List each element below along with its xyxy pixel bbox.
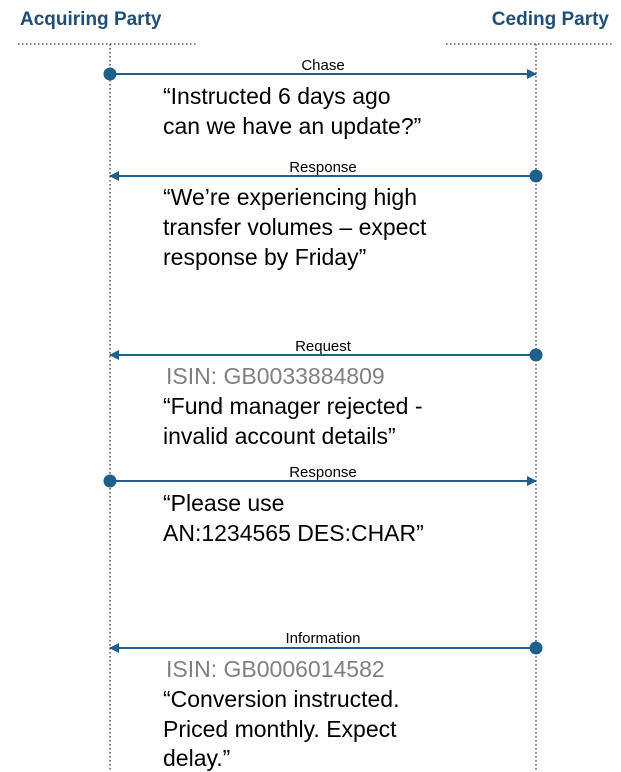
message-origin-dot [103, 474, 117, 488]
acquiring-party-label: Acquiring Party [20, 9, 162, 30]
message-label: Response [289, 159, 357, 176]
message-text-line: “We’re experiencing high [163, 184, 417, 210]
message-label: Response [289, 464, 357, 481]
sequence-diagram: Acquiring Party Ceding Party Chase “Inst… [18, 9, 612, 772]
message-label: Information [285, 630, 360, 647]
message-label: Chase [301, 57, 344, 74]
message-origin-dot [103, 67, 117, 81]
message-origin-dot [529, 641, 543, 655]
message-text-line: “Please use [163, 490, 284, 516]
message-origin-dot [529, 169, 543, 183]
message-text-line: delay.” [163, 745, 230, 771]
message-text-line: invalid account details” [163, 423, 396, 449]
ceding-party-label: Ceding Party [492, 9, 610, 30]
message-text-line: “Instructed 6 days ago [163, 83, 391, 109]
message-isin: ISIN: GB0033884809 [166, 363, 385, 389]
message-text-line: AN:1234565 DES:CHAR” [163, 520, 424, 546]
message-text-line: “Conversion instructed. [163, 686, 400, 712]
message-response-1: Response “We’re experiencing high transf… [109, 159, 543, 270]
message-information: Information ISIN: GB0006014582 “Conversi… [109, 630, 543, 771]
message-chase: Chase “Instructed 6 days ago can we have… [103, 57, 537, 139]
message-label: Request [295, 338, 352, 355]
message-request: Request ISIN: GB0033884809 “Fund manager… [109, 338, 543, 449]
message-text-line: response by Friday” [163, 244, 366, 270]
message-isin: ISIN: GB0006014582 [166, 656, 385, 682]
message-text-line: Priced monthly. Expect [163, 716, 397, 742]
message-text-line: “Fund manager rejected - [163, 393, 423, 419]
message-text-line: transfer volumes – expect [163, 214, 427, 240]
message-origin-dot [529, 348, 543, 362]
message-response-2: Response “Please use AN:1234565 DES:CHAR… [103, 464, 537, 546]
message-text-line: can we have an update?” [163, 113, 421, 139]
